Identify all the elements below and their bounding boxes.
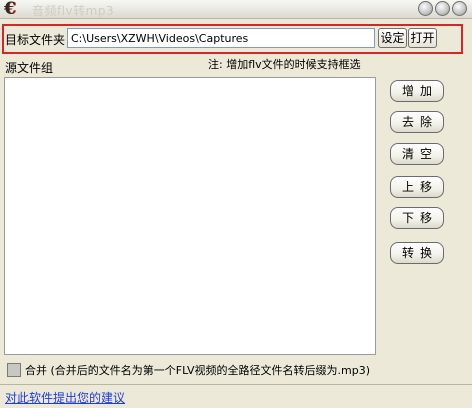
merge-checkbox[interactable] [7, 363, 21, 377]
source-group-label: 源文件组 [5, 61, 54, 75]
set-folder-button[interactable]: 设定 [378, 28, 407, 48]
clear-button[interactable]: 清空 [390, 143, 444, 165]
open-folder-button[interactable]: 打开 [408, 28, 437, 48]
merge-label: 合并 (合并后的文件名为第一个FLV视频的全路径文件名转后缀为.mp3) [25, 364, 371, 377]
source-file-list[interactable] [4, 77, 376, 355]
app-icon[interactable]: € [4, 1, 20, 18]
add-button[interactable]: 增加 [390, 80, 444, 102]
target-folder-label: 目标文件夹 [5, 33, 66, 47]
feedback-link[interactable]: 对此软件提出您的建议 [5, 389, 125, 406]
window-title: 音频flv转mp3 [32, 4, 115, 18]
close-icon[interactable] [452, 1, 467, 16]
move-down-button[interactable]: 下移 [390, 207, 444, 229]
minimize-icon[interactable] [418, 1, 433, 16]
maximize-icon[interactable] [435, 1, 450, 16]
selection-note: 注: 增加flv文件的时候支持框选 [208, 58, 361, 71]
move-up-button[interactable]: 上移 [390, 176, 444, 198]
divider [0, 384, 472, 385]
title-bar[interactable]: € 音频flv转mp3 [0, 0, 472, 19]
target-folder-input[interactable] [67, 28, 375, 48]
convert-button[interactable]: 转换 [390, 242, 444, 264]
remove-button[interactable]: 去除 [390, 111, 444, 133]
